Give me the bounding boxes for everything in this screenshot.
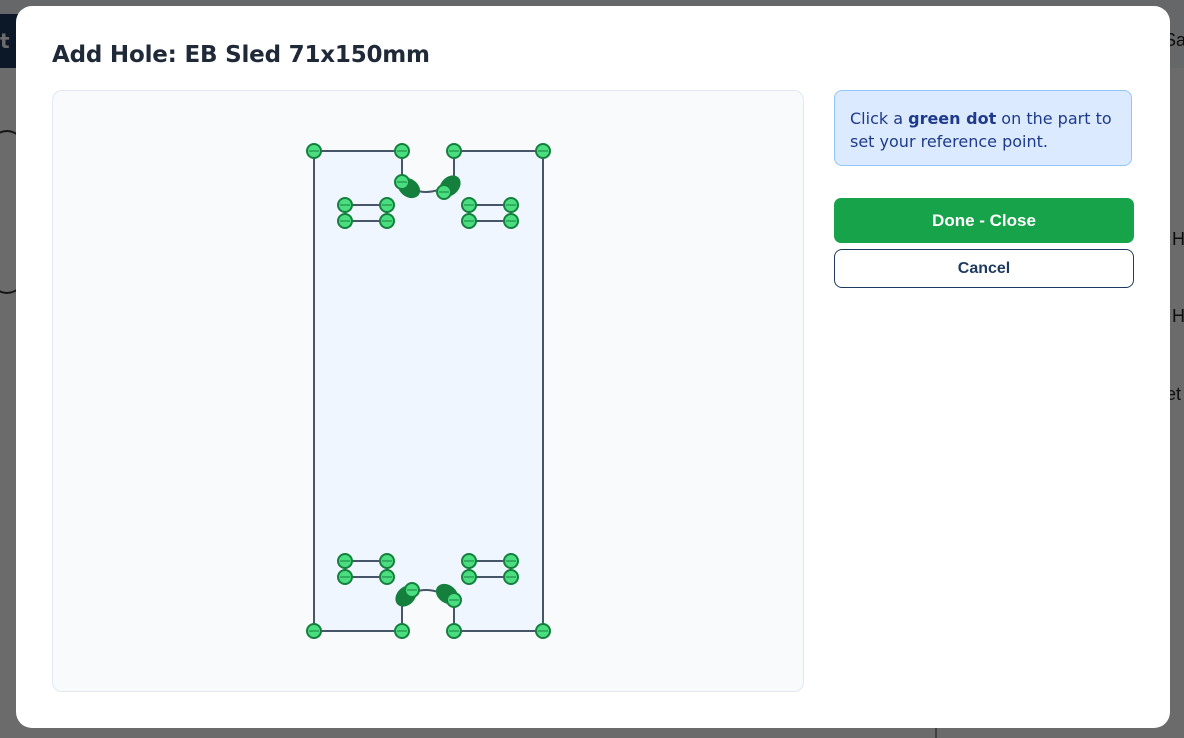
cancel-button[interactable]: Cancel [834, 249, 1134, 288]
part-drawing[interactable] [53, 91, 803, 691]
part-canvas[interactable] [52, 90, 804, 692]
instruction-prefix: Click a [850, 109, 909, 128]
done-close-button[interactable]: Done - Close [834, 198, 1134, 243]
add-hole-dialog: Add Hole: EB Sled 71x150mm Click a green… [16, 6, 1170, 728]
instruction-emphasis: green dot [908, 109, 997, 128]
dialog-title: Add Hole: EB Sled 71x150mm [52, 42, 430, 68]
instruction-box: Click a green dot on the part to set you… [834, 90, 1132, 166]
